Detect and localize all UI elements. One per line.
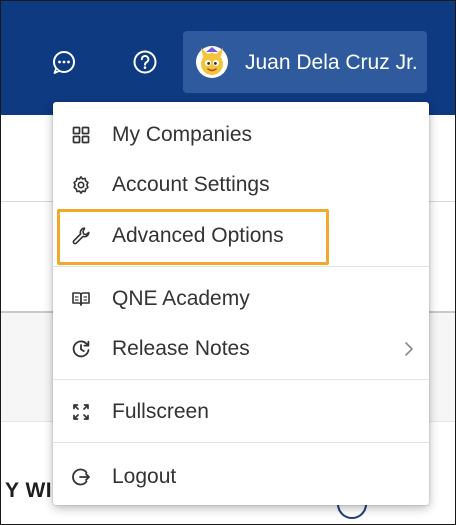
gear-icon [73,176,89,194]
cartoon-avatar-icon [196,46,228,78]
menu-item-release-notes[interactable]: Release Notes [53,326,429,372]
page-section-heading: Y WI [5,479,53,502]
highlight-box [57,209,329,265]
menu-item-label: Account Settings [112,173,270,196]
chat-bubble-icon[interactable] [51,49,77,75]
top-navigation-bar: Juan Dela Cruz Jr. [1,1,455,115]
user-name: Juan Dela Cruz Jr. [245,51,418,74]
chevron-right-icon [405,342,413,356]
menu-item-label: Release Notes [112,337,250,360]
menu-item-label: QNE Academy [112,287,250,310]
grid-icon [72,126,90,144]
menu-divider [53,442,429,443]
menu-item-account-settings[interactable]: Account Settings [53,162,429,208]
avatar [195,45,229,79]
book-icon [72,292,90,306]
app-window: Juan Dela Cruz Jr. Y WI My Companies Acc… [0,0,456,525]
logout-icon [72,468,90,486]
help-icon[interactable] [132,49,158,75]
menu-divider [53,379,429,380]
user-dropdown-menu: My Companies Account Settings Advanced O… [53,102,429,505]
menu-item-qne-academy[interactable]: QNE Academy [53,276,429,322]
user-menu-button[interactable]: Juan Dela Cruz Jr. [183,31,427,93]
menu-item-label: My Companies [112,123,253,146]
menu-divider [53,266,429,267]
menu-item-fullscreen[interactable]: Fullscreen [53,389,429,435]
fullscreen-icon [73,404,89,420]
menu-item-logout[interactable]: Logout [53,454,429,500]
menu-item-label: Fullscreen [112,400,209,423]
history-icon [72,340,90,358]
menu-item-label: Logout [112,465,177,488]
menu-item-my-companies[interactable]: My Companies [53,112,429,158]
